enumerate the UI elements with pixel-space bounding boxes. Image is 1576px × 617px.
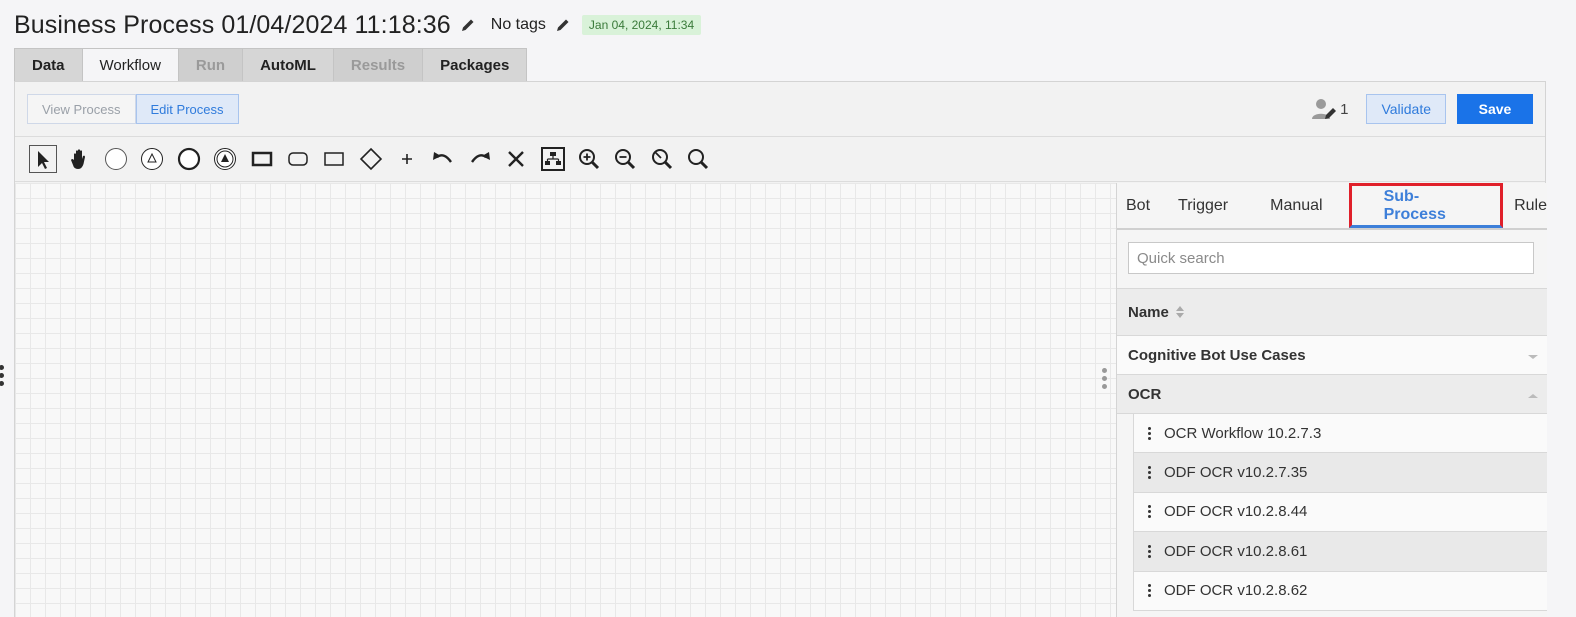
redo-icon[interactable] bbox=[462, 144, 498, 174]
user-edit-icon bbox=[1312, 99, 1337, 119]
group-cognitive-bot-use-cases[interactable]: Cognitive Bot Use Cases bbox=[1117, 336, 1547, 375]
main-tabs: Data Workflow Run AutoML Results Package… bbox=[14, 48, 528, 82]
panel-resize-handle[interactable] bbox=[1102, 368, 1110, 392]
group-label: OCR bbox=[1128, 385, 1162, 403]
workflow-panel: View Process Edit Process 1 Validate Sav… bbox=[14, 81, 1547, 617]
edit-title-icon[interactable] bbox=[459, 16, 477, 34]
zoom-in-icon[interactable] bbox=[571, 144, 607, 174]
edit-tags-icon[interactable] bbox=[554, 16, 572, 34]
item-label: ODF OCR v10.2.8.61 bbox=[1164, 542, 1308, 560]
rectangle-icon[interactable] bbox=[316, 144, 352, 174]
name-column-header[interactable]: Name bbox=[1117, 288, 1547, 336]
item-label: ODF OCR v10.2.8.62 bbox=[1164, 582, 1308, 600]
sort-icon[interactable] bbox=[1175, 304, 1185, 320]
group-label: Cognitive Bot Use Cases bbox=[1128, 346, 1306, 364]
start-event-icon[interactable] bbox=[98, 144, 134, 174]
hand-icon[interactable] bbox=[61, 144, 97, 174]
item-label: OCR Workflow 10.2.7.3 bbox=[1164, 424, 1322, 442]
view-process-button[interactable]: View Process bbox=[27, 94, 136, 124]
kebab-menu-icon[interactable] bbox=[1134, 465, 1164, 480]
list-item[interactable]: ODF OCR v10.2.8.61 bbox=[1133, 532, 1547, 572]
right-actions: 1 Validate Save bbox=[1310, 94, 1533, 124]
kebab-menu-icon[interactable] bbox=[1134, 544, 1164, 559]
zoom-out-icon[interactable] bbox=[607, 144, 643, 174]
tab-manual[interactable]: Manual bbox=[1251, 183, 1348, 228]
filled-triangle-event-icon[interactable] bbox=[207, 144, 243, 174]
tab-packages[interactable]: Packages bbox=[422, 48, 528, 82]
editors-indicator[interactable]: 1 bbox=[1310, 97, 1348, 121]
kebab-menu-icon[interactable] bbox=[1134, 504, 1164, 519]
validate-button[interactable]: Validate bbox=[1366, 94, 1446, 124]
pointer-icon[interactable] bbox=[25, 144, 61, 174]
list-item[interactable]: ODF OCR v10.2.8.44 bbox=[1133, 492, 1547, 533]
delete-icon[interactable] bbox=[498, 144, 534, 174]
page-header: Business Process 01/04/2024 11:18:36 No … bbox=[14, 8, 702, 42]
search-wrapper bbox=[1117, 230, 1547, 274]
tab-rule[interactable]: Rule bbox=[1503, 183, 1547, 228]
item-label: ODF OCR v10.2.7.35 bbox=[1164, 464, 1308, 482]
tab-results[interactable]: Results bbox=[332, 48, 423, 82]
triangle-event-icon[interactable] bbox=[134, 144, 170, 174]
zoom-reset-icon[interactable] bbox=[644, 144, 680, 174]
save-button[interactable]: Save bbox=[1457, 94, 1533, 124]
mode-bar: View Process Edit Process 1 Validate Sav… bbox=[15, 82, 1545, 137]
mode-toggle: View Process Edit Process bbox=[27, 94, 239, 124]
tags-label: No tags bbox=[490, 16, 546, 33]
name-column-label: Name bbox=[1128, 303, 1169, 321]
quick-search-input[interactable] bbox=[1128, 242, 1534, 274]
zoom-fit-icon[interactable] bbox=[680, 144, 716, 174]
tab-bot[interactable]: Bot bbox=[1117, 183, 1160, 228]
tab-workflow[interactable]: Workflow bbox=[81, 48, 178, 82]
task-icon[interactable] bbox=[243, 144, 279, 174]
palette-tabs: Bot Trigger Manual Sub-Process Rule bbox=[1117, 183, 1547, 230]
list-item[interactable]: ODF OCR v10.2.7.35 bbox=[1133, 453, 1547, 493]
list-item[interactable]: OCR Workflow 10.2.7.3 bbox=[1133, 414, 1547, 454]
gateway-icon[interactable] bbox=[353, 144, 389, 174]
side-drawer-handle[interactable] bbox=[0, 365, 4, 389]
editors-count: 1 bbox=[1340, 100, 1349, 118]
tab-trigger[interactable]: Trigger bbox=[1160, 183, 1251, 228]
palette-panel: Bot Trigger Manual Sub-Process Rule Name… bbox=[1116, 183, 1547, 617]
tab-sub-process[interactable]: Sub-Process bbox=[1348, 183, 1504, 228]
page-title: Business Process 01/04/2024 11:18:36 bbox=[14, 10, 451, 39]
item-label: ODF OCR v10.2.8.44 bbox=[1164, 503, 1308, 521]
date-badge: Jan 04, 2024, 11:34 bbox=[581, 15, 702, 35]
undo-icon[interactable] bbox=[425, 144, 461, 174]
plus-icon[interactable] bbox=[389, 144, 425, 174]
kebab-menu-icon[interactable] bbox=[1134, 583, 1164, 598]
list-item[interactable]: ODF OCR v10.2.8.62 bbox=[1133, 571, 1547, 611]
auto-layout-icon[interactable] bbox=[534, 144, 570, 174]
diagram-canvas[interactable] bbox=[15, 183, 1116, 617]
chevron-down-icon bbox=[1527, 348, 1539, 365]
chevron-up-icon bbox=[1527, 387, 1539, 404]
end-event-icon[interactable] bbox=[171, 144, 207, 174]
tab-automl[interactable]: AutoML bbox=[242, 48, 333, 82]
edit-process-button[interactable]: Edit Process bbox=[135, 94, 239, 124]
kebab-menu-icon[interactable] bbox=[1134, 426, 1164, 441]
diagram-toolbar bbox=[15, 137, 1545, 182]
tab-run[interactable]: Run bbox=[177, 48, 243, 82]
tab-data[interactable]: Data bbox=[14, 48, 82, 82]
rounded-task-icon[interactable] bbox=[280, 144, 316, 174]
group-ocr[interactable]: OCR bbox=[1117, 375, 1547, 414]
